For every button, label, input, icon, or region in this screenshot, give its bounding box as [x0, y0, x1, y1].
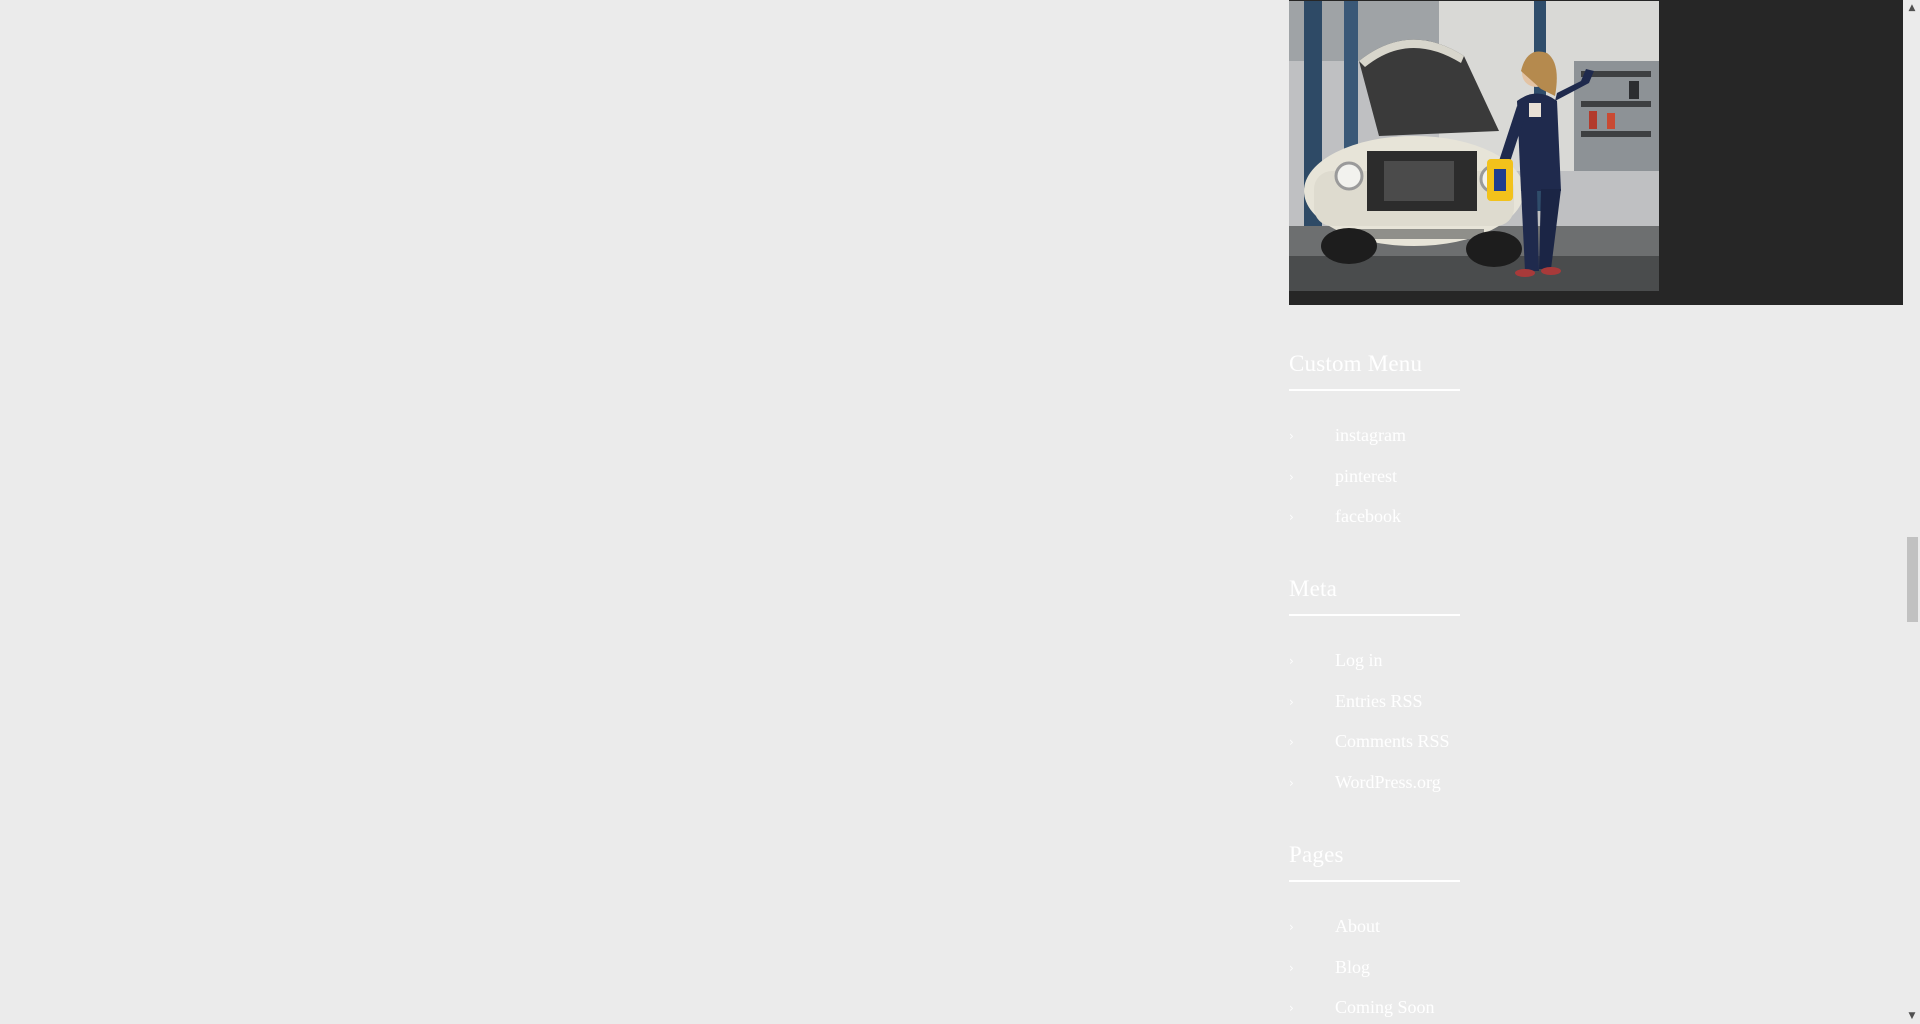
- page: Custom Menu › instagram › pinterest › fa…: [0, 0, 1920, 1024]
- chevron-right-icon: ›: [1289, 735, 1294, 749]
- menu-link-instagram[interactable]: instagram: [1335, 424, 1406, 446]
- list-item: › WordPress.org: [1289, 771, 1689, 812]
- custom-menu-widget: Custom Menu › instagram › pinterest › fa…: [1289, 352, 1689, 546]
- scroll-thumb[interactable]: [1907, 537, 1918, 622]
- page-link-blog[interactable]: Blog: [1335, 956, 1370, 978]
- chevron-right-icon: ›: [1289, 469, 1294, 484]
- pages-widget: Pages › About › Blog › Coming Soon: [1289, 843, 1689, 1024]
- meta-link-wordpress-org[interactable]: WordPress.org: [1335, 771, 1441, 793]
- meta-list: › Log in › Entries RSS › Comments RSS › …: [1289, 649, 1689, 811]
- menu-link-facebook[interactable]: facebook: [1335, 505, 1401, 527]
- chevron-right-icon: ›: [1289, 775, 1294, 790]
- meta-title: Meta: [1289, 577, 1460, 616]
- vertical-scrollbar[interactable]: ▲ ▼: [1904, 0, 1920, 1024]
- list-item: › pinterest: [1289, 465, 1689, 506]
- garage-photo-illustration: [1289, 1, 1659, 291]
- list-item: › facebook: [1289, 505, 1689, 546]
- triangle-down-icon[interactable]: ▼: [1904, 1008, 1920, 1024]
- page-link-about[interactable]: About: [1335, 915, 1380, 937]
- list-item: › Comments RSS: [1289, 730, 1689, 771]
- meta-link-comments-rss[interactable]: Comments RSS: [1335, 730, 1450, 752]
- chevron-right-icon: ›: [1289, 1001, 1294, 1015]
- list-item: › Entries RSS: [1289, 690, 1689, 731]
- chevron-right-icon: ›: [1289, 960, 1294, 975]
- meta-widget: Meta › Log in › Entries RSS › Comments R…: [1289, 577, 1689, 811]
- triangle-up-icon[interactable]: ▲: [1904, 0, 1920, 16]
- chevron-right-icon: ›: [1289, 654, 1294, 668]
- list-item: › Blog: [1289, 956, 1689, 997]
- chevron-right-icon: ›: [1289, 429, 1294, 443]
- chevron-right-icon: ›: [1289, 694, 1294, 709]
- list-item: › instagram: [1289, 424, 1689, 465]
- pages-title: Pages: [1289, 843, 1460, 882]
- pages-list: › About › Blog › Coming Soon: [1289, 915, 1689, 1024]
- custom-menu-list: › instagram › pinterest › facebook: [1289, 424, 1689, 546]
- list-item: › Coming Soon: [1289, 996, 1689, 1024]
- page-link-coming-soon[interactable]: Coming Soon: [1335, 996, 1435, 1018]
- custom-menu-title: Custom Menu: [1289, 352, 1460, 391]
- chevron-right-icon: ›: [1289, 920, 1294, 934]
- meta-link-entries-rss[interactable]: Entries RSS: [1335, 690, 1423, 712]
- list-item: › About: [1289, 915, 1689, 956]
- list-item: › Log in: [1289, 649, 1689, 690]
- menu-link-pinterest[interactable]: pinterest: [1335, 465, 1397, 487]
- image-widget: [1289, 0, 1903, 305]
- garage-photo[interactable]: [1289, 1, 1659, 291]
- meta-link-log-in[interactable]: Log in: [1335, 649, 1383, 671]
- chevron-right-icon: ›: [1289, 510, 1294, 524]
